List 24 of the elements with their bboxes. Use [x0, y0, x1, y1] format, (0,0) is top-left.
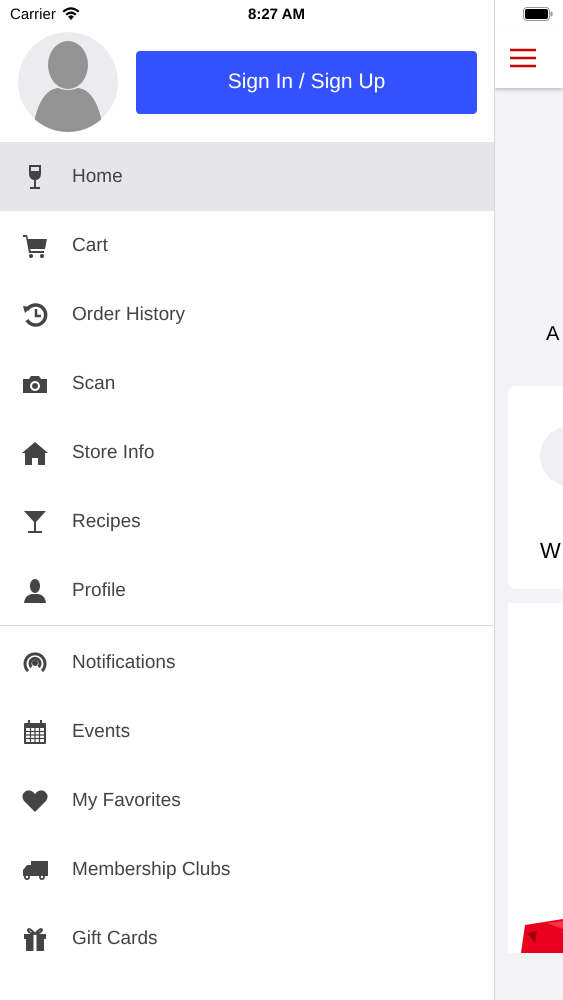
menu-item[interactable]: Scan: [0, 349, 494, 418]
person-icon: [21, 576, 49, 604]
calendar-icon: [21, 718, 49, 746]
battery-icon: [523, 7, 553, 21]
menu-item[interactable]: My Favorites: [0, 766, 494, 835]
menu-item[interactable]: Order History: [0, 280, 494, 349]
avatar-icon: [18, 32, 118, 132]
menu-item[interactable]: Membership Clubs: [0, 835, 494, 904]
wifi-icon: [60, 6, 81, 20]
menu-item[interactable]: Recipes: [0, 487, 494, 556]
menu-icon[interactable]: [510, 48, 536, 68]
heading-text: A: [545, 323, 560, 346]
menu-item[interactable]: Notifications: [0, 628, 494, 697]
menu-item[interactable]: Home: [0, 142, 494, 211]
card-text: W: [539, 538, 562, 564]
menu-item[interactable]: Profile: [0, 556, 494, 625]
status-time: 8:27 AM: [248, 6, 305, 22]
history-icon: [21, 300, 49, 328]
menu-item[interactable]: Gift Cards: [0, 904, 494, 973]
menu-item[interactable]: Store Info: [0, 418, 494, 487]
menu-item[interactable]: Cart: [0, 211, 494, 280]
sign-in-button[interactable]: Sign In / Sign Up: [136, 50, 477, 114]
menu-item[interactable]: Events: [0, 697, 494, 766]
carrier-label: Carrier: [10, 6, 56, 22]
